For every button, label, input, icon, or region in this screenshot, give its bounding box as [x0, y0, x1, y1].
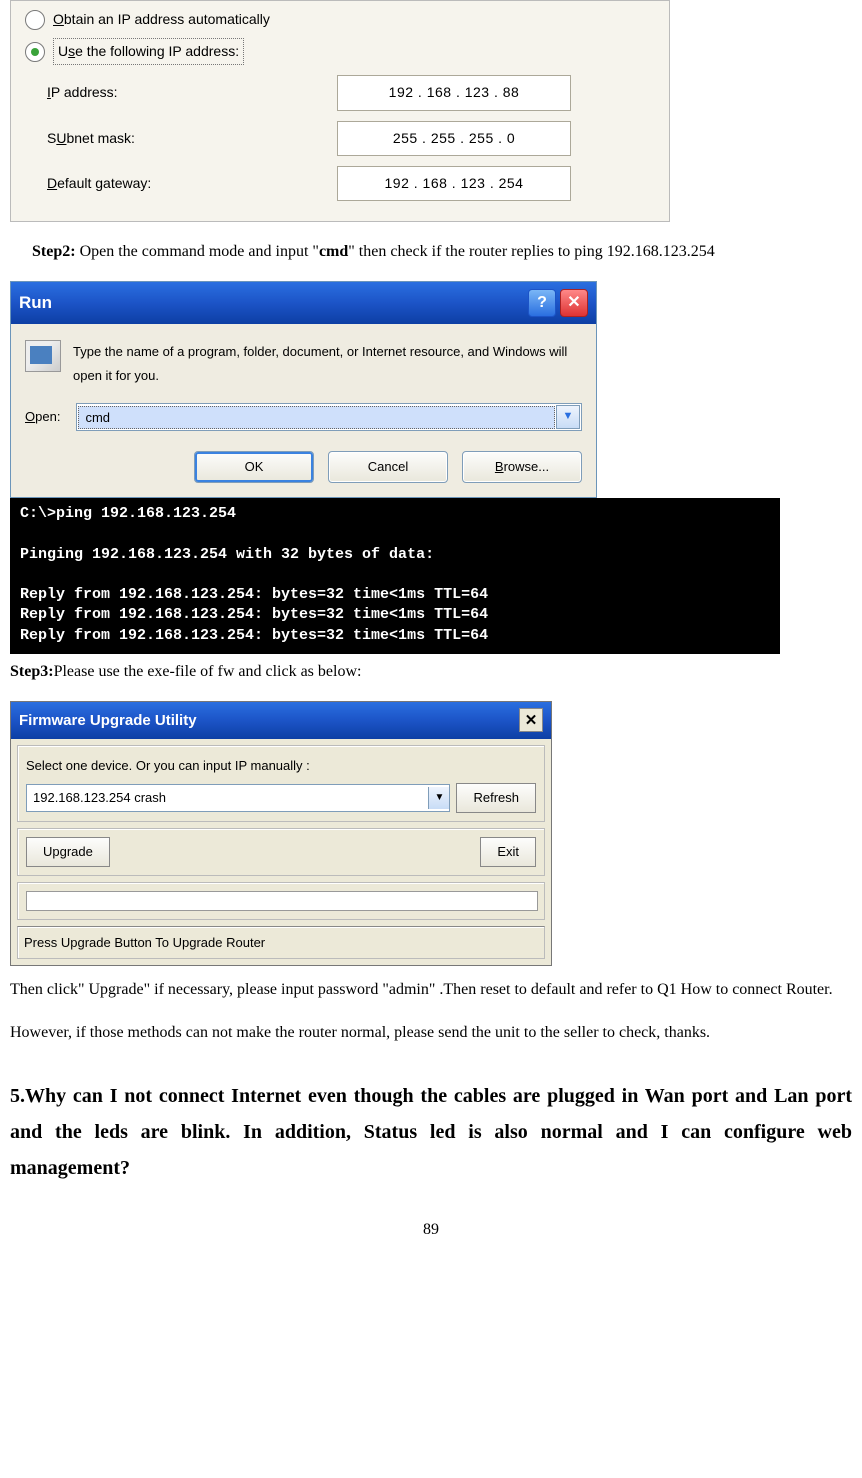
- radio-manual-label: Use the following IP address:: [53, 38, 244, 65]
- radio-off-icon: [25, 10, 45, 30]
- run-dialog: Run ? ✕ Type the name of a program, fold…: [10, 281, 597, 498]
- after-fw-p1: Then click" Upgrade" if necessary, pleas…: [10, 976, 852, 1005]
- radio-manual-row[interactable]: Use the following IP address:: [21, 38, 659, 65]
- run-message: Type the name of a program, folder, docu…: [73, 340, 582, 387]
- subnet-mask-label: SUbnet mask:: [47, 126, 337, 151]
- ip-address-label: IP address:: [47, 80, 337, 105]
- device-combobox[interactable]: 192.168.123.254 crash ▼: [26, 784, 450, 812]
- cmd-output: C:\>ping 192.168.123.254 Pinging 192.168…: [10, 498, 780, 654]
- run-title: Run: [19, 288, 52, 319]
- step3-paragraph: Step3:Please use the exe-file of fw and …: [10, 658, 852, 687]
- ok-button[interactable]: OK: [194, 451, 314, 483]
- exit-button[interactable]: Exit: [480, 837, 536, 867]
- question-5-heading: 5.Why can I not connect Internet even th…: [10, 1078, 852, 1186]
- page-number: 89: [10, 1216, 852, 1245]
- progress-bar: [26, 891, 538, 911]
- select-device-label: Select one device. Or you can input IP m…: [26, 754, 536, 777]
- subnet-mask-field[interactable]: 255 . 255 . 255 . 0: [337, 121, 571, 156]
- firmware-upgrade-dialog: Firmware Upgrade Utility ✕ Select one de…: [10, 701, 552, 967]
- radio-on-icon: [25, 42, 45, 62]
- refresh-button[interactable]: Refresh: [456, 783, 536, 813]
- status-bar: Press Upgrade Button To Upgrade Router: [17, 926, 545, 959]
- open-input[interactable]: [78, 406, 555, 429]
- firmware-titlebar: Firmware Upgrade Utility ✕: [11, 702, 551, 739]
- firmware-title: Firmware Upgrade Utility: [19, 707, 197, 734]
- cancel-button[interactable]: Cancel: [328, 451, 448, 483]
- default-gateway-field[interactable]: 192 . 168 . 123 . 254: [337, 166, 571, 201]
- after-fw-p2: However, if those methods can not make t…: [10, 1019, 852, 1048]
- tcpip-properties-panel: Obtain an IP address automatically Use t…: [10, 0, 670, 222]
- run-icon: [25, 340, 61, 372]
- device-value: 192.168.123.254 crash: [27, 786, 428, 809]
- upgrade-button[interactable]: Upgrade: [26, 837, 110, 867]
- step2-paragraph: Step2: Open the command mode and input "…: [32, 238, 852, 267]
- default-gateway-label: Default gateway:: [47, 171, 337, 196]
- radio-auto-label: Obtain an IP address automatically: [53, 7, 270, 32]
- radio-auto-row[interactable]: Obtain an IP address automatically: [21, 7, 659, 32]
- help-button-icon[interactable]: ?: [528, 289, 556, 317]
- chevron-down-icon[interactable]: ▼: [428, 787, 449, 809]
- close-icon[interactable]: ✕: [519, 708, 543, 732]
- ip-address-field[interactable]: 192 . 168 . 123 . 88: [337, 75, 571, 110]
- close-button-icon[interactable]: ✕: [560, 289, 588, 317]
- open-label: Open:: [25, 405, 60, 428]
- browse-button[interactable]: Browse...: [462, 451, 582, 483]
- chevron-down-icon[interactable]: ▼: [556, 405, 580, 429]
- run-titlebar: Run ? ✕: [11, 282, 596, 325]
- open-combobox[interactable]: ▼: [76, 403, 582, 431]
